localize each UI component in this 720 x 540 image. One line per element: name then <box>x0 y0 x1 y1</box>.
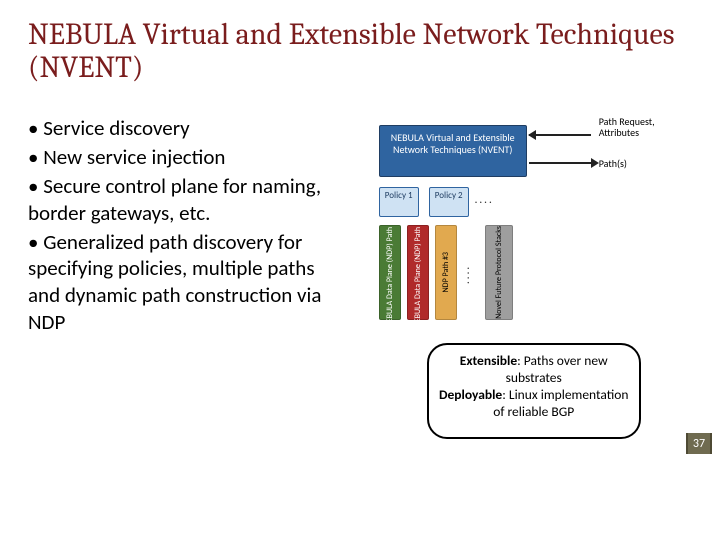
nvent-box: NEBULA Virtual and Extensible Network Te… <box>379 125 527 177</box>
diagram-column: NEBULA Virtual and Extensible Network Te… <box>347 107 692 338</box>
bullet-list: Service discovery New service injection … <box>28 107 347 338</box>
page-number: 37 <box>686 433 712 454</box>
novel-stacks-bar: Novel Future Protocol Stacks <box>485 225 513 320</box>
stack-dots: · · · · <box>463 267 476 284</box>
policy-dots: · · · · <box>475 195 492 208</box>
arrow-in <box>529 129 601 143</box>
ndp-path-2-bar: NEBULA Data Plane (NDP) Path #2 <box>407 225 429 320</box>
ndp-path-2-label: NEBULA Data Plane (NDP) Path #2 <box>414 217 422 327</box>
slide: NEBULA Virtual and Extensible Network Te… <box>0 0 720 540</box>
bullet-item: Service discovery <box>28 115 190 141</box>
policy-1-box: Policy 1 <box>379 187 419 217</box>
bullet-item: Secure control plane for naming, border … <box>28 173 321 226</box>
arrow-line <box>529 134 591 136</box>
ndp-path-3-label: NDP Path #3 <box>442 252 450 292</box>
ndp-path-1-label: NEBULA Data Plane (NDP) Path #1 <box>386 217 394 327</box>
slide-title: NEBULA Virtual and Extensible Network Te… <box>28 18 692 99</box>
deployable-text: : Linux implementation of reliable BGP <box>493 386 628 420</box>
bullet-item: Generalized path discovery for specifyin… <box>28 229 321 336</box>
policy-2-box: Policy 2 <box>429 187 469 217</box>
content-row: Service discovery New service injection … <box>28 107 692 338</box>
bullet-item: New service injection <box>28 144 225 170</box>
arrow-in-label: Path Request, Attributes <box>599 117 679 138</box>
ndp-path-1-bar: NEBULA Data Plane (NDP) Path #1 <box>379 225 401 320</box>
ndp-path-3-bar: NDP Path #3 <box>435 225 457 320</box>
arrow-out-label: Path(s) <box>599 157 627 170</box>
arrow-line <box>529 162 591 164</box>
architecture-diagram: NEBULA Virtual and Extensible Network Te… <box>351 107 692 327</box>
extensible-text: : Paths over new substrates <box>506 352 608 386</box>
deployable-label: Deployable <box>439 386 502 403</box>
arrow-right-icon <box>591 158 599 168</box>
arrow-out <box>529 157 601 171</box>
feature-box: Extensible: Paths over new substrates De… <box>427 343 641 439</box>
novel-stacks-label: Novel Future Protocol Stacks <box>495 226 503 319</box>
extensible-label: Extensible <box>460 352 517 369</box>
